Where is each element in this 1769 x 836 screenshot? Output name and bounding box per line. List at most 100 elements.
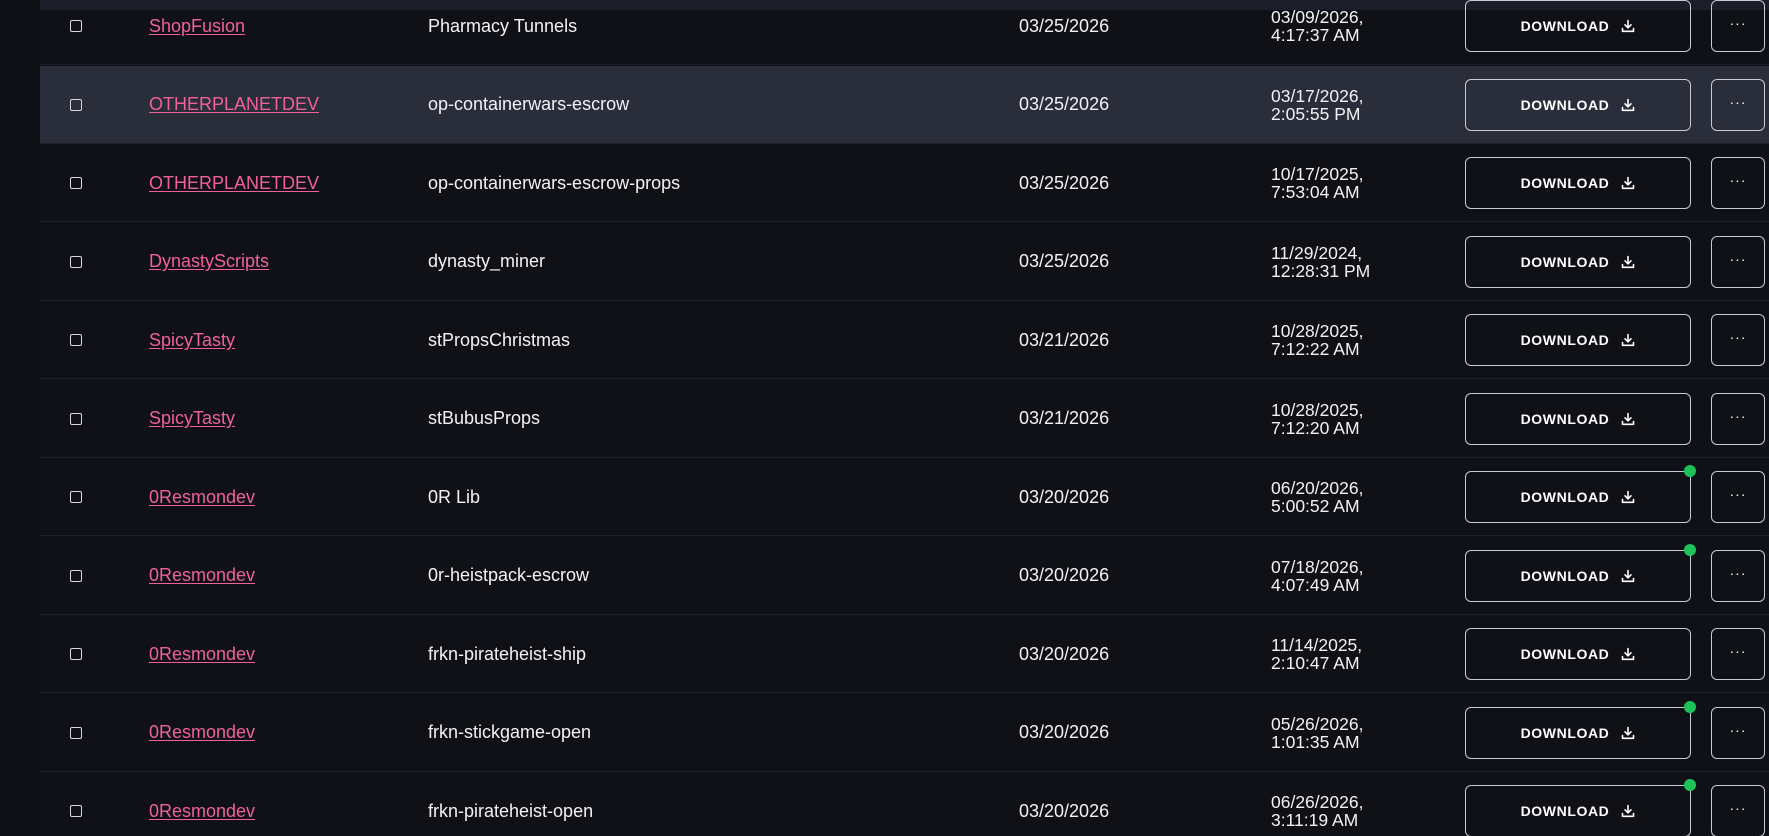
- download-button[interactable]: DOWNLOAD: [1465, 235, 1691, 288]
- last-updated: 06/20/2026, 5:00:52 AM: [1271, 458, 1471, 536]
- row-checkbox-cell: [70, 615, 86, 693]
- more-options-button[interactable]: ···: [1711, 549, 1765, 602]
- seller-link[interactable]: 0Resmondev: [149, 722, 255, 743]
- download-button[interactable]: DOWNLOAD: [1465, 465, 1696, 523]
- more-options-button[interactable]: ···: [1711, 0, 1765, 52]
- download-label: DOWNLOAD: [1520, 803, 1610, 819]
- more-options-button[interactable]: ···: [1711, 392, 1765, 445]
- table-row: SpicyTasty stPropsChristmas 03/21/2026 1…: [40, 301, 1769, 379]
- download-button[interactable]: DOWNLOAD: [1465, 779, 1696, 836]
- more-cell: ···: [1711, 0, 1769, 65]
- download-icon: [1622, 569, 1635, 582]
- seller-link[interactable]: SpicyTasty: [149, 330, 235, 351]
- seller-link[interactable]: 0Resmondev: [149, 801, 255, 822]
- more-options-button[interactable]: ···: [1711, 235, 1765, 288]
- last-updated-date: 03/17/2026,: [1271, 85, 1364, 106]
- purchase-date: 03/25/2026: [1019, 15, 1110, 36]
- resource-name: frkn-pirateheist-open: [428, 800, 594, 821]
- row-checkbox[interactable]: [70, 648, 82, 660]
- more-options-icon: ···: [1729, 800, 1747, 816]
- resource-name: op-containerwars-escrow-props: [428, 172, 681, 193]
- more-options-button[interactable]: ···: [1711, 471, 1765, 523]
- last-updated: 10/17/2025, 7:53:04 AM: [1271, 144, 1471, 222]
- row-checkbox[interactable]: [70, 805, 82, 817]
- last-updated-date: 10/28/2025,: [1271, 399, 1364, 420]
- download-icon: [1622, 255, 1635, 268]
- seller-link[interactable]: 0Resmondev: [149, 487, 255, 508]
- seller-cell: ShopFusion: [149, 0, 409, 65]
- more-options-icon: ···: [1729, 93, 1747, 110]
- seller-link[interactable]: ShopFusion: [149, 16, 245, 37]
- more-options-icon: ···: [1729, 643, 1747, 659]
- more-options-button[interactable]: ···: [1711, 785, 1765, 836]
- download-icon: [1622, 412, 1635, 425]
- row-checkbox-cell: [70, 537, 86, 615]
- seller-cell: SpicyTasty: [149, 301, 409, 379]
- resource-name: Pharmacy Tunnels: [428, 15, 578, 36]
- row-checkbox[interactable]: [70, 569, 82, 582]
- seller-link[interactable]: OTHERPLANETDEV: [149, 173, 319, 194]
- download-button[interactable]: DOWNLOAD: [1465, 392, 1691, 445]
- purchase-date: 03/20/2026: [1019, 722, 1110, 742]
- row-checkbox[interactable]: [70, 255, 82, 268]
- seller-link[interactable]: OTHERPLANETDEV: [149, 94, 319, 115]
- download-icon: [1622, 726, 1635, 739]
- resource-name: stBubusProps: [428, 408, 541, 428]
- more-options-icon: ···: [1729, 250, 1747, 267]
- download-button[interactable]: DOWNLOAD: [1465, 78, 1691, 131]
- seller-cell: 0Resmondev: [149, 615, 409, 693]
- last-updated-time: 7:12:20 AM: [1271, 417, 1360, 438]
- purchase-date: 03/21/2026: [1019, 408, 1110, 428]
- resource-name: dynasty_miner: [428, 251, 546, 271]
- row-checkbox[interactable]: [70, 20, 82, 32]
- more-options-button[interactable]: ···: [1711, 78, 1765, 131]
- new-update-indicator: [1684, 700, 1696, 713]
- last-updated-date: 11/14/2025,: [1271, 635, 1363, 655]
- last-updated-date: 10/28/2025,: [1271, 321, 1364, 341]
- seller-cell: 0Resmondev: [149, 458, 409, 536]
- last-updated-time: 2:05:55 PM: [1271, 103, 1361, 124]
- more-options-button[interactable]: ···: [1711, 628, 1765, 680]
- row-checkbox-cell: [70, 772, 86, 836]
- download-button[interactable]: DOWNLOAD: [1465, 543, 1696, 602]
- row-checkbox[interactable]: [70, 334, 82, 346]
- seller-link[interactable]: 0Resmondev: [149, 565, 255, 586]
- download-cell: DOWNLOAD: [1465, 0, 1691, 65]
- more-cell: ···: [1711, 458, 1769, 536]
- row-checkbox[interactable]: [70, 726, 82, 739]
- row-checkbox-cell: [70, 223, 86, 301]
- more-cell: ···: [1711, 772, 1769, 836]
- purchase-date: 03/20/2026: [1019, 643, 1110, 664]
- download-button[interactable]: DOWNLOAD: [1465, 157, 1691, 209]
- last-updated: 06/26/2026, 3:11:19 AM: [1271, 772, 1471, 836]
- last-updated: 10/28/2025, 7:12:20 AM: [1271, 380, 1471, 458]
- row-checkbox-cell: [70, 380, 86, 458]
- row-checkbox[interactable]: [70, 491, 82, 503]
- last-updated: 11/14/2025, 2:10:47 AM: [1271, 615, 1471, 693]
- seller-link[interactable]: 0Resmondev: [149, 644, 255, 665]
- download-cell: DOWNLOAD: [1465, 223, 1691, 301]
- more-options-button[interactable]: ···: [1711, 314, 1765, 366]
- more-options-button[interactable]: ···: [1711, 706, 1765, 759]
- download-button[interactable]: DOWNLOAD: [1465, 314, 1691, 366]
- more-cell: ···: [1711, 301, 1769, 379]
- purchase-date: 03/21/2026: [1019, 329, 1110, 350]
- row-checkbox[interactable]: [70, 177, 82, 189]
- download-button[interactable]: DOWNLOAD: [1465, 0, 1691, 52]
- more-options-icon: ···: [1729, 486, 1747, 502]
- row-checkbox-cell: [70, 458, 86, 536]
- download-button[interactable]: DOWNLOAD: [1465, 700, 1696, 759]
- last-updated-time: 4:07:49 AM: [1271, 574, 1360, 595]
- download-button[interactable]: DOWNLOAD: [1465, 628, 1691, 680]
- seller-cell: 0Resmondev: [149, 537, 409, 615]
- row-checkbox-cell: [70, 66, 86, 144]
- seller-link[interactable]: SpicyTasty: [149, 408, 235, 429]
- more-options-button[interactable]: ···: [1711, 157, 1765, 209]
- last-updated-time: 5:00:52 AM: [1271, 496, 1360, 516]
- seller-link[interactable]: DynastyScripts: [149, 251, 269, 272]
- last-updated: 03/09/2026, 4:17:37 AM: [1271, 0, 1471, 65]
- download-cell: DOWNLOAD: [1465, 66, 1691, 144]
- row-checkbox[interactable]: [70, 98, 82, 111]
- row-checkbox[interactable]: [70, 412, 82, 425]
- download-icon: [1622, 176, 1635, 190]
